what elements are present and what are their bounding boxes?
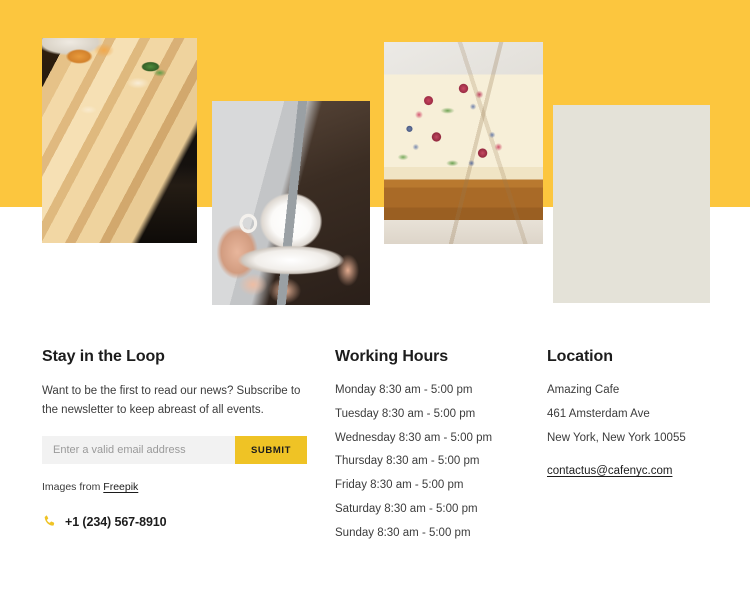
address-line: Amazing Cafe <box>547 384 620 396</box>
submit-button[interactable]: SUBMIT <box>235 436 307 465</box>
hours-item: Friday 8:30 am - 5:00 pm <box>335 479 464 492</box>
contact-email-link[interactable]: contactus@cafenyc.com <box>547 465 672 477</box>
working-hours-column: Working Hours Monday 8:30 am - 5:00 pm T… <box>335 348 535 549</box>
phone-handset-icon <box>44 515 55 526</box>
working-hours-list: Monday 8:30 am - 5:00 pm Tuesday 8:30 am… <box>335 382 535 543</box>
phone-number: +1 (234) 567-8910 <box>65 514 167 529</box>
hours-item: Thursday 8:30 am - 5:00 pm <box>335 455 480 468</box>
phone-row[interactable]: +1 (234) 567-8910 <box>42 514 310 529</box>
freepik-link[interactable]: Freepik <box>103 481 138 493</box>
newsletter-blurb: Want to be the first to read our news? S… <box>42 385 301 416</box>
newsletter-column: Stay in the Loop Want to be the first to… <box>42 348 310 529</box>
hours-item: Tuesday 8:30 am - 5:00 pm <box>335 407 476 420</box>
image-credit: Images from Freepik <box>42 481 310 493</box>
hours-item: Sunday 8:30 am - 5:00 pm <box>335 526 471 539</box>
email-input[interactable] <box>42 436 235 465</box>
photo-smiling-baker <box>553 105 710 303</box>
hours-item: Saturday 8:30 am - 5:00 pm <box>335 503 478 516</box>
subscribe-form: SUBMIT <box>42 436 307 465</box>
hours-item: Wednesday 8:30 am - 5:00 pm <box>335 431 493 444</box>
photo-berry-cheesecake-slices <box>384 42 543 244</box>
footer-info: Stay in the Loop Want to be the first to… <box>0 330 750 592</box>
image-credit-prefix: Images from <box>42 481 104 494</box>
hours-item: Monday 8:30 am - 5:00 pm <box>335 384 473 396</box>
address-line: New York, New York 10055 <box>547 431 686 444</box>
newsletter-title: Stay in the Loop <box>42 348 165 365</box>
location-column: Location Amazing Cafe 461 Amsterdam Ave … <box>547 348 737 479</box>
address-line: 461 Amsterdam Ave <box>547 407 650 420</box>
photo-sliced-sweet-bread <box>42 38 197 243</box>
hero-collage <box>0 0 750 330</box>
working-hours-title: Working Hours <box>335 348 449 365</box>
location-title: Location <box>547 348 613 365</box>
photo-hands-holding-espresso <box>212 101 370 305</box>
